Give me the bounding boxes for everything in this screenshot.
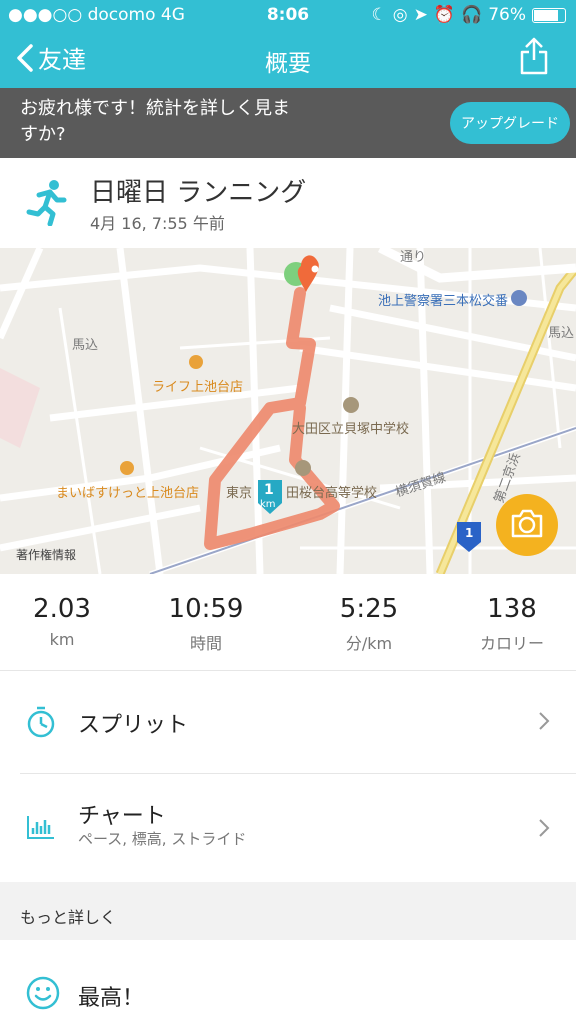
alarm-icon: ⏰ (433, 5, 456, 25)
map-label-life: ライフ上池台店 (152, 380, 244, 395)
stat-pace: 5:25 分/km (299, 594, 439, 654)
map-label-police: 池上警察署三本松交番 (378, 294, 509, 309)
more-details-title: もっと詳しく (20, 908, 117, 927)
more-details-section: もっと詳しく (0, 882, 576, 940)
smiley-icon (26, 976, 60, 1014)
stat-calories: 138 カロリー (442, 594, 576, 654)
stat-distance-value: 2.03 (33, 594, 91, 624)
km-marker-unit: km (260, 499, 276, 510)
activity-header: 日曜日 ランニング 4月 16, 7:55 午前 (0, 158, 576, 248)
map-label-umagome: 馬込 (72, 338, 99, 353)
feeling-row[interactable]: 最高！ (0, 940, 576, 1024)
stat-calories-unit: カロリー (479, 634, 544, 653)
splits-label: スプリット (78, 713, 189, 738)
status-right: ☾ ◎ ➤ ⏰ 🎧 76% (372, 5, 566, 25)
stat-calories-value: 138 (487, 594, 537, 624)
map-label-school1: 大田区立貝塚中学校 (292, 422, 410, 437)
map-label-school2: 東京 (226, 486, 253, 501)
stat-distance-unit: km (49, 630, 75, 649)
stat-pace-unit: 分/km (345, 634, 393, 653)
banner-message: お疲れ様です！統計を詳しく見ますか? (20, 98, 290, 145)
route-map[interactable]: 通り 池上警察署三本松交番 馬込 馬込 ライフ上池台店 大田区立貝塚中学校 東京… (0, 248, 576, 574)
map-label-umagome-right: 馬込 (548, 326, 575, 341)
running-icon (26, 178, 68, 230)
share-button[interactable] (518, 36, 550, 80)
top-bar: ●●●○○ docomo 4G 8:06 ☾ ◎ ➤ ⏰ 🎧 76% 友達 概要 (0, 0, 576, 88)
km-marker-number: 1 (264, 482, 274, 498)
stat-distance: 2.03 km (0, 594, 132, 649)
activity-title: 日曜日 ランニング (90, 178, 307, 208)
activity-date: 4月 16, 7:55 午前 (90, 214, 225, 233)
lock-rotation-icon: ◎ (392, 5, 408, 25)
charts-row[interactable]: チャート ペース, 標高, ストライド (0, 774, 576, 880)
map-label-road: 通り (400, 250, 427, 265)
status-bar: ●●●○○ docomo 4G 8:06 ☾ ◎ ➤ ⏰ 🎧 76% (0, 0, 576, 30)
nav-bar: 友達 概要 (0, 30, 576, 88)
chevron-right-icon (538, 711, 550, 735)
map-credit-link[interactable]: 著作権情報 (16, 546, 76, 563)
moon-icon: ☾ (371, 5, 387, 25)
charts-label: チャート (78, 804, 166, 829)
route-number: 1 (465, 526, 474, 540)
stopwatch-icon (26, 705, 56, 743)
location-icon: ➤ (413, 5, 428, 25)
camera-button[interactable] (496, 494, 558, 556)
share-icon (520, 37, 548, 75)
map-label-maibasu: まいばすけっと上池台店 (56, 486, 200, 501)
battery-icon (532, 7, 566, 23)
stat-time: 10:59 時間 (136, 594, 276, 654)
charts-sublabel: ペース, 標高, ストライド (78, 830, 247, 848)
stat-time-unit: 時間 (189, 634, 222, 653)
map-label-school2b: 田桜台高等学校 (286, 486, 378, 501)
camera-icon (511, 509, 543, 538)
upgrade-button[interactable]: アップグレード (450, 102, 570, 144)
chevron-right-icon (538, 818, 550, 842)
upgrade-banner: お疲れ様です！統計を詳しく見ますか? アップグレード (0, 88, 576, 158)
headphones-icon: 🎧 (461, 5, 483, 25)
splits-row[interactable]: スプリット (0, 671, 576, 773)
stat-time-value: 10:59 (168, 594, 244, 624)
stats-row: 2.03 km 10:59 時間 5:25 分/km 138 カロリー (0, 574, 576, 670)
page-title: 概要 (265, 51, 311, 77)
battery-percent: 76% (488, 5, 526, 25)
bar-chart-icon (26, 814, 56, 844)
feeling-label: 最高！ (78, 986, 145, 1011)
stat-pace-value: 5:25 (339, 594, 399, 624)
